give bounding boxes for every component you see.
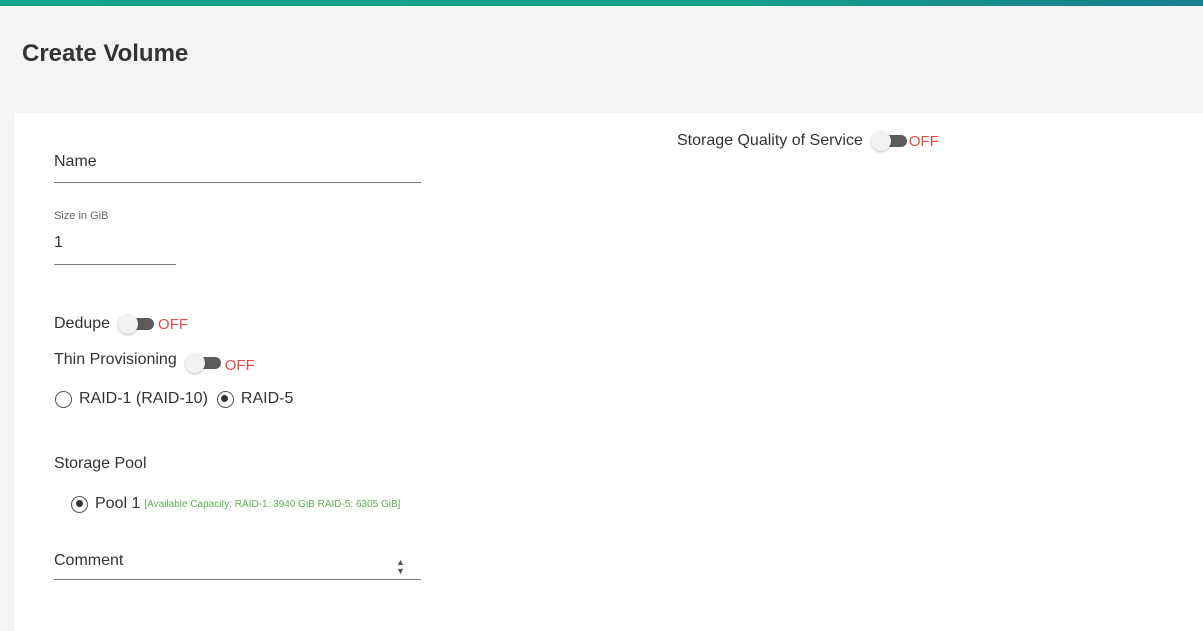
size-underline: [54, 264, 176, 265]
qos-label: Storage Quality of Service: [677, 132, 863, 149]
page-title: Create Volume: [22, 40, 189, 67]
raid1-radio[interactable]: [55, 390, 72, 408]
pool-1-label: Pool 1: [95, 495, 141, 512]
raid5-radio[interactable]: [216, 390, 234, 408]
dedupe-state: OFF: [158, 315, 189, 333]
comment-field[interactable]: Comment: [54, 552, 123, 570]
thin-provisioning-row: Thin Provisioning OFF: [54, 349, 255, 374]
thin-provisioning-label: Thin Provisioning: [54, 351, 177, 368]
raid-radio-group: RAID-1 (RAID-10) RAID-5: [55, 390, 302, 408]
size-label: Size in GiB: [54, 210, 109, 222]
name-field[interactable]: Name: [54, 153, 97, 171]
comment-underline: [54, 579, 421, 580]
dedupe-toggle[interactable]: [116, 313, 156, 335]
dedupe-label: Dedupe: [54, 315, 111, 332]
thin-provisioning-toggle[interactable]: [183, 352, 223, 374]
qos-toggle[interactable]: [869, 130, 909, 152]
pool-1-row: Pool 1 [Available Capacity: RAID-1: 3940…: [71, 495, 400, 513]
storage-pool-label: Storage Pool: [54, 455, 147, 472]
raid5-label: RAID-5: [240, 390, 294, 407]
name-underline: [54, 182, 421, 183]
dedupe-row: Dedupe OFF: [54, 313, 188, 335]
qos-row: Storage Quality of Service OFF: [677, 130, 939, 152]
qos-state: OFF: [908, 132, 939, 150]
size-input[interactable]: 1: [54, 234, 63, 252]
resize-handle-icon[interactable]: ▲ ▼: [396, 558, 405, 576]
raid1-label: RAID-1 (RAID-10): [79, 390, 208, 407]
thin-provisioning-state: OFF: [224, 356, 255, 374]
top-accent-bar: [0, 0, 1203, 6]
pool-1-capacity: [Available Capacity: RAID-1: 3940 GiB RA…: [144, 498, 401, 510]
pool-1-radio[interactable]: [71, 495, 88, 513]
create-volume-form: Name Size in GiB 1 Dedupe OFF Thin Provi…: [14, 113, 1203, 631]
